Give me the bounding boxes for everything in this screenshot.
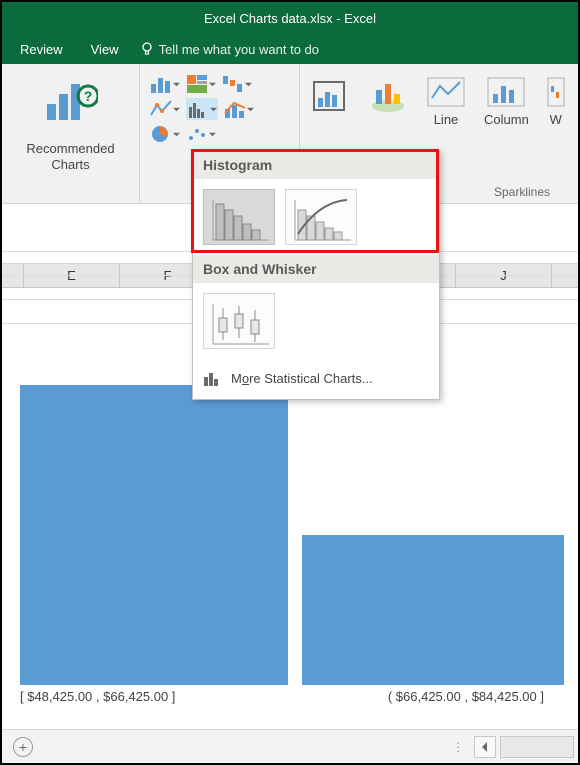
- tab-review[interactable]: Review: [6, 42, 77, 57]
- statistic-chart-dropdown: Histogram: [192, 150, 440, 400]
- window-titlebar: Excel Charts data.xlsx - Excel: [2, 2, 578, 34]
- recommended-charts-label: Recommended Charts: [26, 141, 114, 172]
- plus-icon: +: [13, 737, 33, 757]
- pareto-chart-option[interactable]: [285, 189, 357, 245]
- window-title: Excel Charts data.xlsx - Excel: [204, 11, 376, 26]
- group-label-sparklines: Sparklines: [494, 185, 550, 199]
- more-statistical-charts-label: More Statistical Charts...: [231, 371, 373, 386]
- sheet-tab-bar: + ⋮: [2, 729, 578, 763]
- lightbulb-icon: [139, 41, 155, 57]
- dropdown-header-box-whisker: Box and Whisker: [193, 255, 439, 283]
- more-statistical-charts-button[interactable]: More Statistical Charts...: [193, 359, 439, 399]
- insert-scatter-chart-button[interactable]: [186, 124, 216, 144]
- histogram-chart-option[interactable]: [203, 189, 275, 245]
- horizontal-scrollbar[interactable]: [500, 736, 574, 758]
- sparkline-winloss-button[interactable]: W: [547, 76, 565, 201]
- recommended-charts-button[interactable]: ?: [44, 76, 98, 129]
- tab-view[interactable]: View: [77, 42, 133, 57]
- insert-hierarchy-chart-button[interactable]: [186, 74, 216, 94]
- x-axis-label-1: [ $48,425.00 , $66,425.00 ]: [20, 689, 175, 719]
- insert-combo-chart-button[interactable]: [224, 98, 254, 120]
- drag-handle-icon[interactable]: ⋮: [452, 740, 466, 754]
- insert-statistic-chart-button[interactable]: [186, 98, 218, 120]
- tell-me-search[interactable]: Tell me what you want to do: [159, 42, 319, 57]
- histogram-bar-2: [302, 535, 564, 685]
- histogram-bar-1: [20, 385, 288, 685]
- embedded-histogram-chart[interactable]: [ $48,425.00 , $66,425.00 ] ( $66,425.00…: [20, 404, 564, 719]
- sparkline-column-button[interactable]: Column: [484, 76, 529, 201]
- new-sheet-button[interactable]: +: [8, 732, 38, 762]
- insert-column-chart-button[interactable]: [150, 74, 180, 94]
- box-whisker-chart-option[interactable]: [203, 293, 275, 349]
- insert-pie-chart-button[interactable]: [150, 124, 180, 144]
- scroll-left-button[interactable]: [474, 736, 496, 758]
- histogram-x-axis: [ $48,425.00 , $66,425.00 ] ( $66,425.00…: [20, 689, 564, 719]
- dropdown-header-histogram: Histogram: [193, 151, 439, 179]
- svg-text:?: ?: [83, 88, 92, 104]
- x-axis-label-2: ( $66,425.00 , $84,425.00 ]: [388, 689, 544, 719]
- ribbon-tabs: Review View Tell me what you want to do: [2, 34, 578, 64]
- group-recommended-charts: ? Recommended Charts Charts: [2, 64, 140, 203]
- insert-waterfall-chart-button[interactable]: [222, 74, 252, 94]
- insert-line-chart-button[interactable]: [150, 98, 180, 120]
